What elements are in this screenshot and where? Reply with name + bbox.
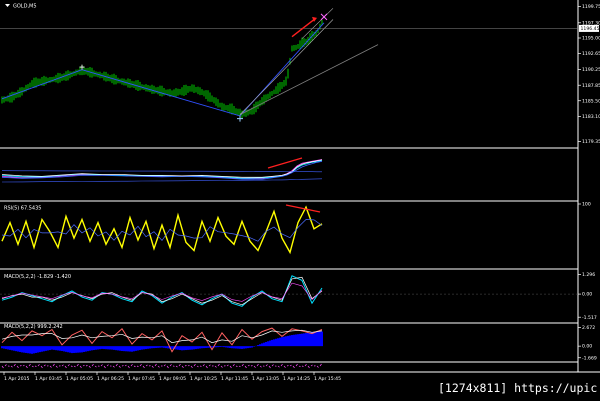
- macd-pane-title: MACD(5,2,2) -1.829 -1.420: [4, 274, 71, 280]
- oscillator-tick-label: -1.669: [582, 355, 597, 361]
- time-tick-label: 1 Apr 09:05: [159, 376, 186, 382]
- mini-strip-mark: [250, 365, 253, 367]
- rsi-pane-title: RSI(5) 67.5435: [4, 206, 41, 212]
- symbol-title: GOLD,M5: [13, 4, 37, 10]
- oscillator-tick-label: 2.672: [582, 325, 595, 331]
- time-tick-label: 1 Apr 2015: [4, 376, 30, 382]
- time-tick-label: 1 Apr 11:45: [221, 376, 248, 382]
- price-tick-label: 1192.65: [582, 51, 600, 57]
- mini-strip-mark: [286, 365, 289, 367]
- price-tick-label: 1183.10: [582, 114, 600, 120]
- rsi-tick-label: 100: [582, 202, 591, 208]
- time-tick-label: 1 Apr 03:45: [35, 376, 62, 382]
- time-tick-label: 1 Apr 13:05: [252, 376, 279, 382]
- time-tick-label: 1 Apr 06:25: [97, 376, 124, 382]
- price-tick-label: 1179.35: [582, 139, 600, 145]
- price-tick-label: 1195.00: [582, 36, 600, 42]
- time-tick-label: 1 Apr 14:25: [283, 376, 310, 382]
- time-tick-label: 1 Apr 15:45: [314, 376, 341, 382]
- macd-tick-label: -1.517: [582, 315, 597, 321]
- price-tick-label: 1187.85: [582, 83, 600, 89]
- price-tick-label: 1190.25: [582, 67, 600, 73]
- price-tick-label: 1185.50: [582, 98, 600, 104]
- time-tick-label: 1 Apr 07:45: [128, 376, 155, 382]
- current-price-label: 1196.45: [581, 26, 600, 32]
- time-tick-label: 1 Apr 10:25: [190, 376, 217, 382]
- price-tick-label: 1199.75: [582, 4, 600, 10]
- time-tick-label: 1 Apr 05:05: [66, 376, 93, 382]
- chart-area[interactable]: 1199.751197.301195.001192.651190.251187.…: [0, 0, 600, 401]
- macd-tick-label: 0.00: [582, 292, 592, 298]
- macd-tick-label: 1.296: [582, 272, 595, 278]
- watermark: [1274x811] https://upic.me/: [438, 381, 600, 395]
- oscillator-pane-title: MACD(5,2,2) 999.2.242: [4, 324, 63, 330]
- oscillator-tick-label: 0.00: [582, 344, 592, 350]
